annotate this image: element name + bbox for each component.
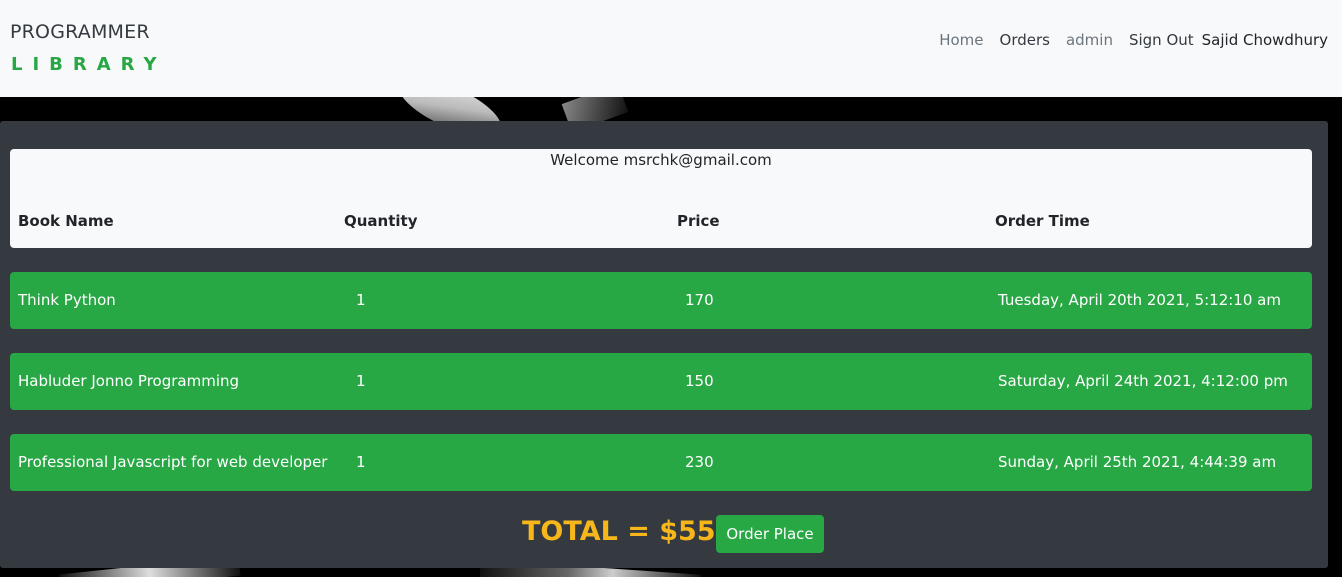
order-price: 150: [685, 372, 714, 390]
order-time: Saturday, April 24th 2021, 4:12:00 pm: [998, 372, 1288, 390]
nav-orders-link[interactable]: Orders: [1000, 31, 1050, 49]
user-name: Sajid Chowdhury: [1201, 31, 1328, 49]
brand-title[interactable]: PROGRAMMER: [10, 21, 150, 43]
order-book-name: Think Python: [18, 291, 116, 309]
order-price: 230: [685, 453, 714, 471]
nav-links: Home Orders admin Sign Out Sajid Chowdhu…: [923, 31, 1328, 49]
order-quantity: 1: [356, 291, 366, 309]
total-area: TOTAL = $550 Order Place: [0, 515, 1328, 555]
order-place-button[interactable]: Order Place: [716, 515, 824, 553]
order-time: Sunday, April 25th 2021, 4:44:39 am: [998, 453, 1277, 471]
nav-home-link[interactable]: Home: [939, 31, 983, 49]
order-book-name: Habluder Jonno Programming: [18, 372, 240, 390]
order-quantity: 1: [356, 372, 366, 390]
nav-sign-out-link[interactable]: Sign Out: [1129, 31, 1194, 49]
order-price: 170: [685, 291, 714, 309]
orders-panel: Welcome msrchk@gmail.com Book Name Quant…: [0, 121, 1328, 568]
column-header-order-time: Order Time: [995, 212, 1090, 230]
order-total: TOTAL = $550: [522, 516, 735, 547]
column-header-price: Price: [677, 212, 720, 230]
navbar: PROGRAMMER LIBRARY Home Orders admin Sig…: [0, 0, 1342, 97]
order-row: Professional Javascript for web develope…: [10, 434, 1312, 491]
order-row: Habluder Jonno Programming 1 150 Saturda…: [10, 353, 1312, 410]
order-quantity: 1: [356, 453, 366, 471]
brand-subtitle[interactable]: LIBRARY: [11, 54, 167, 75]
column-header-book-name: Book Name: [18, 212, 114, 230]
order-book-name: Professional Javascript for web develope…: [18, 453, 328, 471]
order-row: Think Python 1 170 Tuesday, April 20th 2…: [10, 272, 1312, 329]
order-time: Tuesday, April 20th 2021, 5:12:10 am: [998, 291, 1281, 309]
nav-admin-link[interactable]: admin: [1066, 31, 1113, 49]
column-header-quantity: Quantity: [344, 212, 418, 230]
orders-header-card: Welcome msrchk@gmail.com Book Name Quant…: [10, 149, 1312, 248]
welcome-message: Welcome msrchk@gmail.com: [550, 151, 772, 169]
